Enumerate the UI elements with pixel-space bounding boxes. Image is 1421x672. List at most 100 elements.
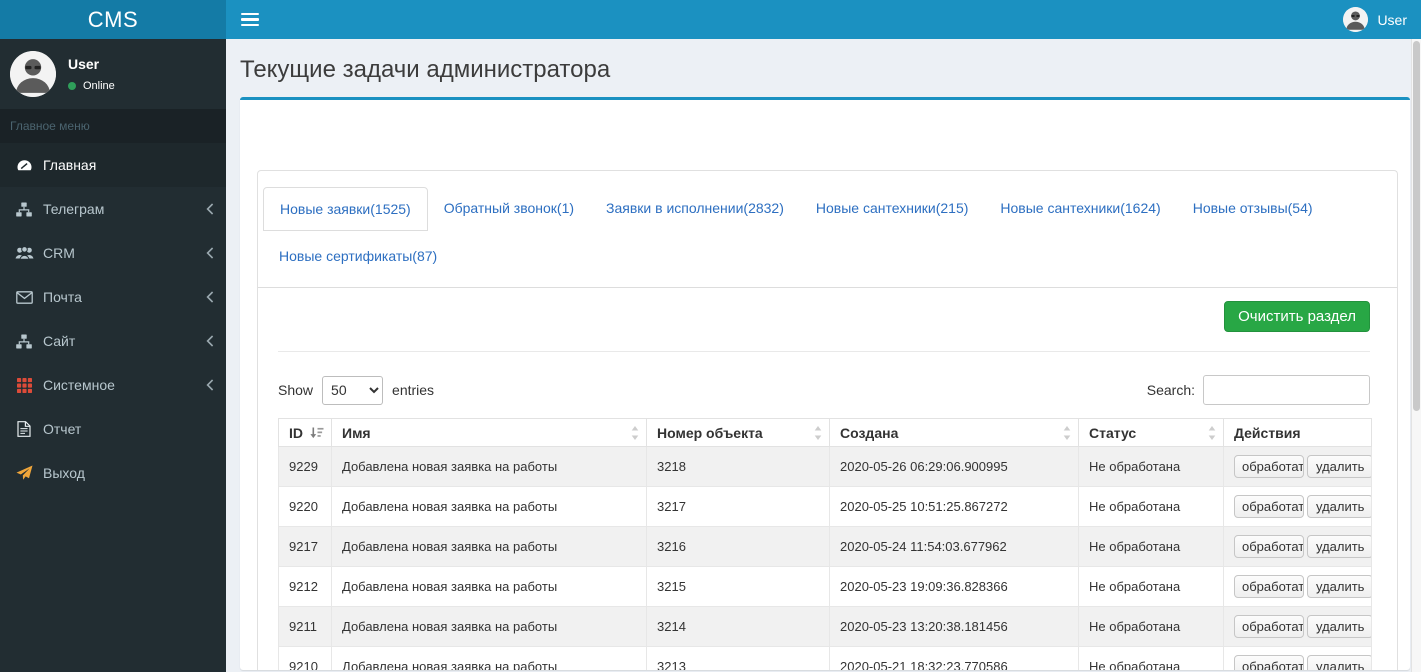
sidebar-item-mail[interactable]: Почта — [0, 275, 226, 319]
column-header-5[interactable]: Статус — [1078, 418, 1224, 447]
navbar-user-label: User — [1377, 11, 1407, 28]
cell-object: 3218 — [646, 446, 830, 487]
tab-1: Новые заявки(1525) — [263, 187, 428, 231]
tab-2: Обратный звонок(1) — [428, 187, 590, 231]
user-status[interactable]: Online — [68, 80, 115, 92]
tab-6: Новые отзывы(54) — [1177, 187, 1329, 231]
sidebar-item-label: Отчет — [43, 421, 82, 437]
chevron-left-icon — [206, 335, 214, 347]
tab-4: Новые сантехники(215) — [800, 187, 985, 231]
sidebar-item-crm[interactable]: CRM — [0, 231, 226, 275]
window-scrollbar[interactable] — [1411, 39, 1421, 672]
tab-link[interactable]: Новые сантехники(1624) — [984, 187, 1176, 229]
sidebar-item-logout[interactable]: Выход — [0, 451, 226, 495]
user-avatar[interactable] — [10, 51, 56, 97]
content-area: Текущие задачи администратора Новые заяв… — [226, 39, 1411, 672]
delete-button[interactable]: удалить — [1307, 455, 1371, 478]
cell-object: 3216 — [646, 526, 830, 567]
column-header-6: Действия — [1223, 418, 1372, 447]
delete-button[interactable]: удалить — [1307, 655, 1371, 670]
datatable-controls: Show 50 entries Search: — [278, 375, 1370, 405]
table-row: 9212 Добавлена новая заявка на работы 3215… — [278, 566, 1372, 607]
cell-object: 3213 — [646, 646, 830, 670]
sidebar-item-report[interactable]: Отчет — [0, 407, 226, 451]
search-label: Search: — [1146, 382, 1195, 398]
cell-object: 3217 — [646, 486, 830, 527]
cell-name: Добавлена новая заявка на работы — [331, 446, 647, 487]
cell-name: Добавлена новая заявка на работы — [331, 606, 647, 647]
column-header-4[interactable]: Создана — [829, 418, 1079, 447]
table-row: 9229 Добавлена новая заявка на работы 3218… — [278, 446, 1372, 487]
process-button[interactable]: обработать — [1234, 455, 1304, 478]
hamburger-icon — [241, 10, 259, 30]
online-dot-icon — [68, 82, 76, 90]
grid-icon — [14, 377, 34, 393]
table-row: 9210 Добавлена новая заявка на работы 3213… — [278, 646, 1372, 670]
cell-id: 9210 — [278, 646, 332, 670]
cell-object: 3215 — [646, 566, 830, 607]
search-control: Search: — [1147, 375, 1370, 405]
chevron-left-icon — [206, 203, 214, 215]
delete-button[interactable]: удалить — [1307, 495, 1371, 518]
cell-name: Добавлена новая заявка на работы — [331, 566, 647, 607]
process-button[interactable]: обработать — [1234, 615, 1304, 638]
entries-select[interactable]: 50 — [322, 375, 384, 405]
tasks-table: ID Имя Номер объекта Создана Статус Действия … — [278, 418, 1372, 670]
sidebar-user-panel: User Online — [0, 39, 226, 109]
cell-status: Не обработана — [1078, 526, 1224, 567]
tab-link[interactable]: Новые сертификаты(87) — [263, 235, 453, 277]
tabs: Новые заявки(1525) Обратный звонок(1) Заяв… — [258, 187, 1397, 288]
table-row: 9220 Добавлена новая заявка на работы 3217… — [278, 486, 1372, 527]
tab-link[interactable]: Заявки в исполнении(2832) — [590, 187, 800, 229]
process-button[interactable]: обработать — [1234, 535, 1304, 558]
column-header-1[interactable]: ID — [278, 418, 332, 447]
envelope-icon — [14, 290, 34, 304]
delete-button[interactable]: удалить — [1307, 575, 1371, 598]
process-button[interactable]: обработать — [1234, 655, 1304, 670]
column-header-2[interactable]: Имя — [331, 418, 647, 447]
sort-icon — [631, 425, 639, 440]
sidebar-item-label: Выход — [43, 465, 85, 481]
cell-actions: обработатьудалить — [1223, 606, 1372, 647]
cell-id: 9211 — [278, 606, 332, 647]
tab-link[interactable]: Новые заявки(1525) — [263, 187, 428, 231]
sidebar-item-telegram[interactable]: Телеграм — [0, 187, 226, 231]
sidebar-item-system[interactable]: Системное — [0, 363, 226, 407]
panel-toolbar: Очистить раздел — [278, 288, 1370, 332]
app-logo[interactable]: CMS — [0, 0, 226, 39]
cell-status: Не обработана — [1078, 566, 1224, 607]
cell-name: Добавлена новая заявка на работы — [331, 486, 647, 527]
scrollbar-thumb[interactable] — [1413, 41, 1420, 411]
tab-link[interactable]: Обратный звонок(1) — [428, 187, 590, 229]
table-header-row: ID Имя Номер объекта Создана Статус Действия — [278, 418, 1372, 447]
sort-icon — [814, 425, 822, 440]
sitemap-icon — [14, 202, 34, 217]
process-button[interactable]: обработать — [1234, 495, 1304, 518]
sidebar-item-site[interactable]: Сайт — [0, 319, 226, 363]
users-icon — [14, 246, 34, 260]
tab-3: Заявки в исполнении(2832) — [590, 187, 800, 231]
delete-button[interactable]: удалить — [1307, 535, 1371, 558]
cell-name: Добавлена новая заявка на работы — [331, 646, 647, 670]
cell-status: Не обработана — [1078, 446, 1224, 487]
sidebar-toggle-button[interactable] — [226, 0, 259, 39]
cell-id: 9212 — [278, 566, 332, 607]
sidebar-item-home[interactable]: Главная — [0, 143, 226, 187]
clear-section-button[interactable]: Очистить раздел — [1224, 301, 1370, 332]
search-input[interactable] — [1203, 375, 1370, 405]
process-button[interactable]: обработать — [1234, 575, 1304, 598]
tab-link[interactable]: Новые отзывы(54) — [1177, 187, 1329, 229]
sidebar-item-label: Почта — [43, 289, 82, 305]
delete-button[interactable]: удалить — [1307, 615, 1371, 638]
cell-status: Не обработана — [1078, 486, 1224, 527]
column-header-3[interactable]: Номер объекта — [646, 418, 830, 447]
cell-created: 2020-05-26 06:29:06.900995 — [829, 446, 1079, 487]
table-row: 9211 Добавлена новая заявка на работы 3214… — [278, 606, 1372, 647]
sidebar-user-name: User — [68, 56, 100, 72]
cell-created: 2020-05-25 10:51:25.867272 — [829, 486, 1079, 527]
user-menu[interactable]: User — [1343, 0, 1421, 39]
tab-link[interactable]: Новые сантехники(215) — [800, 187, 985, 229]
sort-icon — [1063, 425, 1071, 440]
tab-5: Новые сантехники(1624) — [984, 187, 1176, 231]
user-status-label: Online — [83, 80, 115, 92]
